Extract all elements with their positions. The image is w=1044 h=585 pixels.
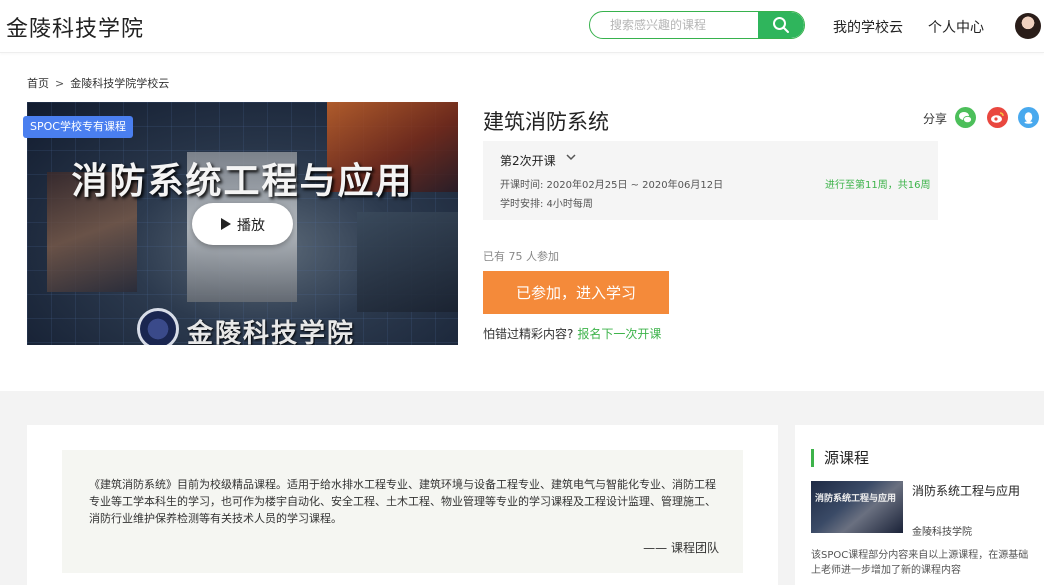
top-bar: 金陵科技学院 我的学校云 个人中心: [0, 0, 1044, 53]
search-input[interactable]: [590, 12, 758, 38]
avatar[interactable]: [1015, 13, 1041, 39]
next-term-hint-text: 怕错过精彩内容?: [483, 327, 574, 341]
chevron-down-icon[interactable]: [565, 152, 577, 162]
course-dates: 开课时间: 2020年02月25日 ~ 2020年06月12日: [500, 180, 724, 191]
qq-icon: [1024, 112, 1033, 124]
course-team-signature: —— 课程团队: [643, 541, 719, 555]
breadcrumb: 首页 > 金陵科技学院学校云: [27, 75, 169, 91]
next-term-hint: 怕错过精彩内容? 报名下一次开课: [483, 325, 661, 342]
play-button[interactable]: 播放: [192, 203, 293, 245]
source-course-heading: 源课程: [811, 449, 869, 467]
search-button[interactable]: [758, 12, 804, 38]
breadcrumb-separator: >: [55, 77, 65, 90]
play-label: 播放: [237, 218, 265, 234]
course-description-box: 《建筑消防系统》目前为校级精品课程。适用于给水排水工程专业、建筑环境与设备工程专…: [62, 450, 743, 573]
cover-school-text: 金陵科技学院: [187, 319, 356, 345]
cover-photo: [357, 212, 458, 312]
source-course-thumbnail[interactable]: 消防系统工程与应用: [811, 481, 903, 533]
course-schedule: 学时安排: 4小时每周: [500, 199, 593, 210]
course-description-text: 《建筑消防系统》目前为校级精品课程。适用于给水排水工程专业、建筑环境与设备工程专…: [89, 478, 716, 525]
term-selector[interactable]: 第2次开课: [500, 152, 556, 169]
source-course-name[interactable]: 消防系统工程与应用: [912, 482, 1020, 499]
breadcrumb-school-cloud[interactable]: 金陵科技学院学校云: [70, 75, 169, 91]
participant-count: 已有 75 人参加: [483, 250, 559, 263]
qq-share-button[interactable]: [1018, 107, 1039, 128]
source-thumbnail-text: 消防系统工程与应用: [815, 494, 897, 504]
weibo-icon: [991, 112, 1004, 123]
course-progress: 进行至第11周，共16周: [825, 180, 931, 191]
source-course-school: 金陵科技学院: [912, 527, 972, 538]
school-emblem-icon: [137, 308, 179, 345]
course-description-card: 《建筑消防系统》目前为校级精品课程。适用于给水排水工程专业、建筑环境与设备工程专…: [27, 425, 778, 585]
enter-study-button[interactable]: 已参加，进入学习: [483, 271, 669, 314]
term-info-panel: 第2次开课 开课时间: 2020年02月25日 ~ 2020年06月12日 学时…: [483, 141, 938, 220]
course-title: 建筑消防系统: [483, 110, 609, 134]
search-icon: [773, 17, 789, 33]
source-course-note: 该SPOC课程部分内容来自以上源课程，在源基础上老师进一步增加了新的课程内容: [811, 550, 1029, 576]
share-label: 分享: [923, 112, 948, 126]
breadcrumb-home[interactable]: 首页: [27, 75, 49, 91]
nav-my-school-cloud[interactable]: 我的学校云: [833, 17, 903, 37]
source-course-card: 源课程 消防系统工程与应用 消防系统工程与应用 金陵科技学院 该SPOC课程部分…: [795, 425, 1044, 585]
weibo-share-button[interactable]: [987, 107, 1008, 128]
search-box: [589, 11, 805, 39]
enroll-next-term-link[interactable]: 报名下一次开课: [577, 327, 661, 341]
wechat-share-button[interactable]: [955, 107, 976, 128]
nav-personal-center[interactable]: 个人中心: [928, 17, 984, 37]
site-logo-text[interactable]: 金陵科技学院: [6, 11, 144, 43]
play-icon: [221, 218, 231, 230]
wechat-icon: [959, 112, 972, 124]
cover-title-text: 消防系统工程与应用: [71, 160, 414, 202]
spoc-badge: SPOC学校专有课程: [23, 116, 133, 138]
